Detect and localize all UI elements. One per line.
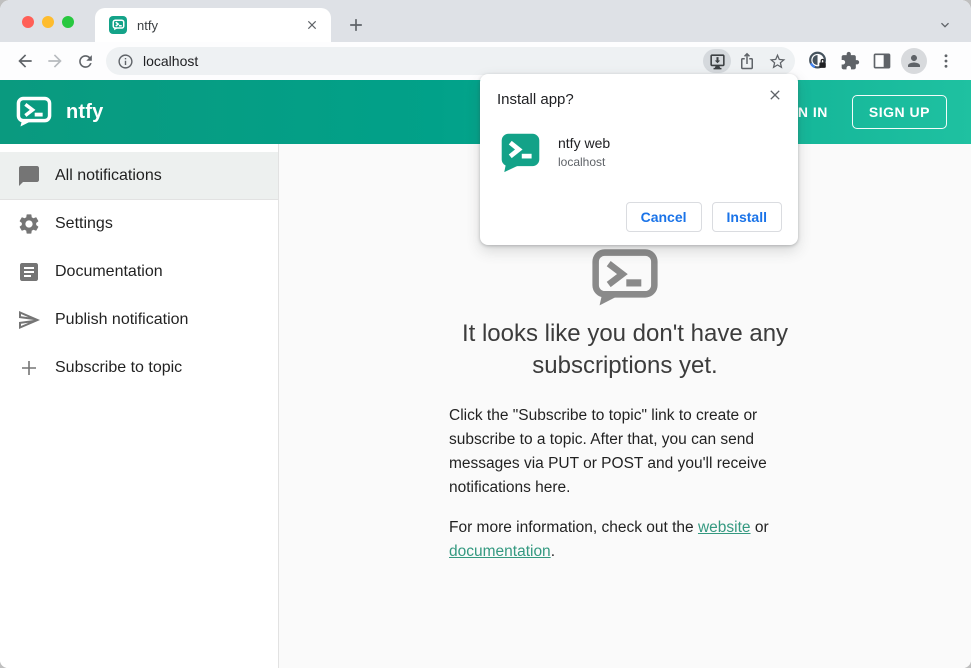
extensions-puzzle-icon[interactable]	[835, 46, 865, 76]
documentation-link[interactable]: documentation	[449, 543, 551, 560]
install-dialog-buttons: Cancel Install	[625, 202, 782, 232]
chat-icon	[19, 165, 39, 186]
zoom-window-button[interactable]	[62, 16, 74, 28]
browser-window: ntfy localhost ntfy SIGN IN SIGN UP All …	[0, 0, 971, 668]
install-app-icon[interactable]	[703, 49, 731, 73]
sidebar-item-label: Subscribe to topic	[55, 359, 183, 376]
back-icon[interactable]	[10, 46, 40, 76]
sidebar-item-publish-notification[interactable]: Publish notification	[0, 296, 278, 344]
sidebar: All notifications Settings Documentation…	[0, 144, 279, 668]
bookmark-star-icon[interactable]	[763, 49, 791, 73]
install-app-dialog: Install app? ntfy web localhost Cancel I…	[480, 74, 798, 245]
gear-icon	[19, 214, 39, 234]
send-icon	[19, 311, 40, 329]
sidebar-item-subscribe-to-topic[interactable]: Subscribe to topic	[0, 344, 278, 392]
ntfy-app-icon	[501, 133, 540, 173]
close-window-button[interactable]	[22, 16, 34, 28]
sidebar-item-label: All notifications	[55, 166, 162, 184]
address-bar[interactable]: localhost	[106, 47, 795, 75]
share-icon[interactable]	[733, 49, 761, 73]
dialog-close-icon[interactable]	[765, 85, 785, 105]
tab-title: ntfy	[137, 17, 158, 33]
install-button[interactable]: Install	[711, 202, 782, 232]
ntfy-favicon-icon	[109, 16, 127, 34]
empty-state-paragraph: Click the "Subscribe to topic" link to c…	[449, 407, 767, 496]
install-dialog-app-row: ntfy web localhost	[500, 132, 610, 173]
info-text: .	[550, 543, 555, 560]
site-info-icon[interactable]	[117, 53, 134, 70]
document-icon	[20, 263, 38, 281]
browser-menu-dots-icon[interactable]	[931, 46, 961, 76]
password-manager-extension-icon[interactable]	[803, 46, 833, 76]
install-app-origin: localhost	[558, 155, 606, 169]
plus-icon	[22, 361, 36, 375]
side-panel-icon[interactable]	[867, 46, 897, 76]
tab-close-icon[interactable]	[303, 16, 321, 34]
tab-bar: ntfy	[0, 0, 971, 42]
browser-tab-ntfy[interactable]: ntfy	[95, 8, 331, 42]
info-text: For more information, check out the	[449, 519, 698, 536]
tab-search-chevron-icon[interactable]	[935, 15, 955, 35]
new-tab-button[interactable]	[345, 14, 367, 36]
reload-icon[interactable]	[70, 46, 100, 76]
install-dialog-app-text: ntfy web localhost	[558, 132, 610, 169]
website-link[interactable]: website	[698, 519, 751, 536]
forward-icon[interactable]	[40, 46, 70, 76]
sidebar-item-all-notifications[interactable]: All notifications	[0, 152, 278, 200]
ntfy-logo-icon	[16, 96, 52, 127]
url-text: localhost	[143, 53, 199, 69]
sidebar-item-documentation[interactable]: Documentation	[0, 248, 278, 296]
sidebar-item-label: Publish notification	[55, 311, 189, 328]
sidebar-item-settings[interactable]: Settings	[0, 200, 278, 248]
install-dialog-title: Install app?	[497, 91, 574, 108]
sign-up-button[interactable]: SIGN UP	[851, 95, 947, 129]
sidebar-item-label: Documentation	[55, 263, 163, 280]
cancel-button[interactable]: Cancel	[625, 202, 702, 232]
sidebar-item-label: Settings	[55, 215, 113, 232]
macos-traffic-lights	[22, 16, 74, 28]
ntfy-empty-state-logo-icon	[592, 249, 658, 306]
profile-avatar-icon[interactable]	[899, 46, 929, 76]
minimize-window-button[interactable]	[42, 16, 54, 28]
install-app-name: ntfy web	[558, 135, 611, 151]
app-title: ntfy	[66, 100, 104, 123]
empty-state-info-line: For more information, check out the webs…	[449, 516, 801, 564]
info-text: or	[750, 519, 769, 536]
empty-state-heading: It looks like you don't have any subscri…	[461, 320, 789, 379]
empty-state-copy: Click the "Subscribe to topic" link to c…	[449, 404, 801, 564]
